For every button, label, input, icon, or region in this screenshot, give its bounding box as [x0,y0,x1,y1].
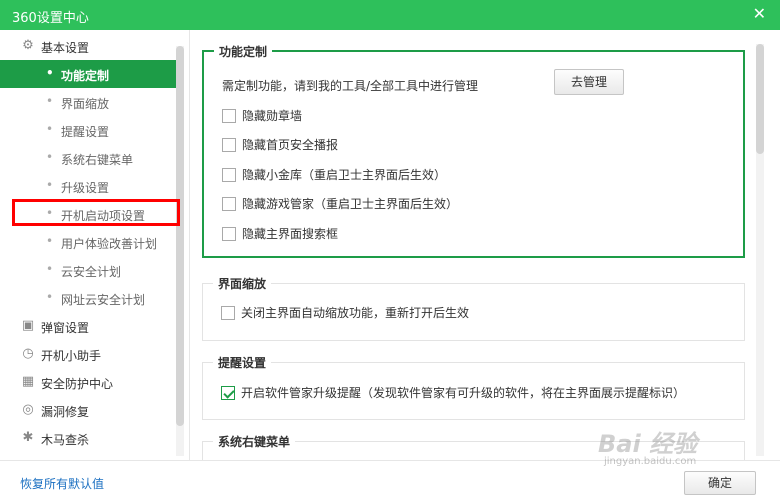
sidebar-category-security-center[interactable]: ▦ 安全防护中心 [0,368,176,396]
sidebar-category-patch[interactable]: ◎ 漏洞修复 [0,396,176,424]
option-upgrade-remind[interactable]: 开启软件管家升级提醒（发现软件管家有可升级的软件，将在主界面展示提醒标识） [221,384,685,401]
reset-defaults-link[interactable]: 恢复所有默认值 [20,475,104,492]
sidebar-category-trojan-scan[interactable]: ✱ 木马查杀 [0,424,176,452]
main-content: 功能定制 需定制功能，请到我的工具/全部工具中进行管理 去管理 隐藏勋章墙 隐藏… [190,30,780,460]
custom-description: 需定制功能，请到我的工具/全部工具中进行管理 [222,79,479,93]
panel-feature-custom: 功能定制 需定制功能，请到我的工具/全部工具中进行管理 去管理 隐藏勋章墙 隐藏… [202,43,745,258]
close-icon[interactable]: ✕ [753,4,766,23]
sidebar-item-startup[interactable]: • 开机启动项设置 [0,200,176,228]
sidebar-category-popup[interactable]: ▣ 弹窗设置 [0,312,176,340]
sidebar-item-zoom[interactable]: • 界面缩放 [0,88,176,116]
sidebar-scroll-thumb[interactable] [176,46,184,426]
panel-title: 功能定制 [214,43,273,60]
title-bar: 360设置中心 ✕ [0,0,780,30]
checkbox-checked[interactable] [221,385,235,400]
panel-title: 提醒设置 [213,354,272,371]
grid-icon: ▦ [21,374,35,389]
sidebar-item-url-cloud[interactable]: • 网址云安全计划 [0,284,176,312]
sidebar-item-upgrade[interactable]: • 升级设置 [0,172,176,200]
sidebar-item-context-menu[interactable]: • 系统右键菜单 [0,144,176,172]
patch-icon: ◎ [22,402,34,417]
window-title: 360设置中心 [12,11,89,26]
option-hide-search-box[interactable]: 隐藏主界面搜索框 [222,225,338,242]
sidebar-item-cloud-security[interactable]: • 云安全计划 [0,256,176,284]
sidebar-category-basic[interactable]: ⚙ 基本设置 [0,32,176,60]
sidebar-category-startup-helper[interactable]: ◷ 开机小助手 [0,340,176,368]
popup-icon: ▣ [21,318,35,333]
gear-icon: ⚙ [22,38,34,53]
main-scroll-thumb[interactable] [756,44,764,154]
timer-icon: ◷ [22,346,34,361]
option-hide-security-broadcast[interactable]: 隐藏首页安全播报 [222,136,338,153]
sidebar: ⚙ 基本设置 • 功能定制 • 界面缩放 • 提醒设置 • 系统右键菜单 • 升… [0,30,190,460]
panel-title: 系统右键菜单 [213,433,296,450]
main-scrollbar[interactable] [756,44,764,456]
sidebar-item-ux-plan[interactable]: • 用户体验改善计划 [0,228,176,256]
checkbox[interactable] [221,305,235,320]
sidebar-scrollbar[interactable] [176,46,184,456]
checkbox[interactable] [222,167,236,182]
checkbox[interactable] [222,196,236,211]
sidebar-item-feature-custom[interactable]: • 功能定制 [0,60,176,88]
checkbox[interactable] [222,226,236,241]
panel-context-menu: 系统右键菜单 [202,433,745,460]
manage-button[interactable]: 去管理 [554,69,624,95]
footer: 恢复所有默认值 确定 [0,460,780,500]
bug-icon: ✱ [22,430,34,445]
panel-remind: 提醒设置 开启软件管家升级提醒（发现软件管家有可升级的软件，将在主界面展示提醒标… [202,354,745,420]
ok-button[interactable]: 确定 [684,471,756,495]
checkbox[interactable] [222,108,236,123]
checkbox[interactable] [222,137,236,152]
option-hide-game-manager[interactable]: 隐藏游戏管家（重启卫士主界面后生效） [222,195,458,212]
option-hide-vault[interactable]: 隐藏小金库（重启卫士主界面后生效） [222,166,446,183]
panel-title: 界面缩放 [213,275,272,292]
option-disable-auto-zoom[interactable]: 关闭主界面自动缩放功能，重新打开后生效 [221,304,469,321]
panel-zoom: 界面缩放 关闭主界面自动缩放功能，重新打开后生效 [202,275,745,341]
option-hide-medal-wall[interactable]: 隐藏勋章墙 [222,107,302,124]
sidebar-item-remind[interactable]: • 提醒设置 [0,116,176,144]
